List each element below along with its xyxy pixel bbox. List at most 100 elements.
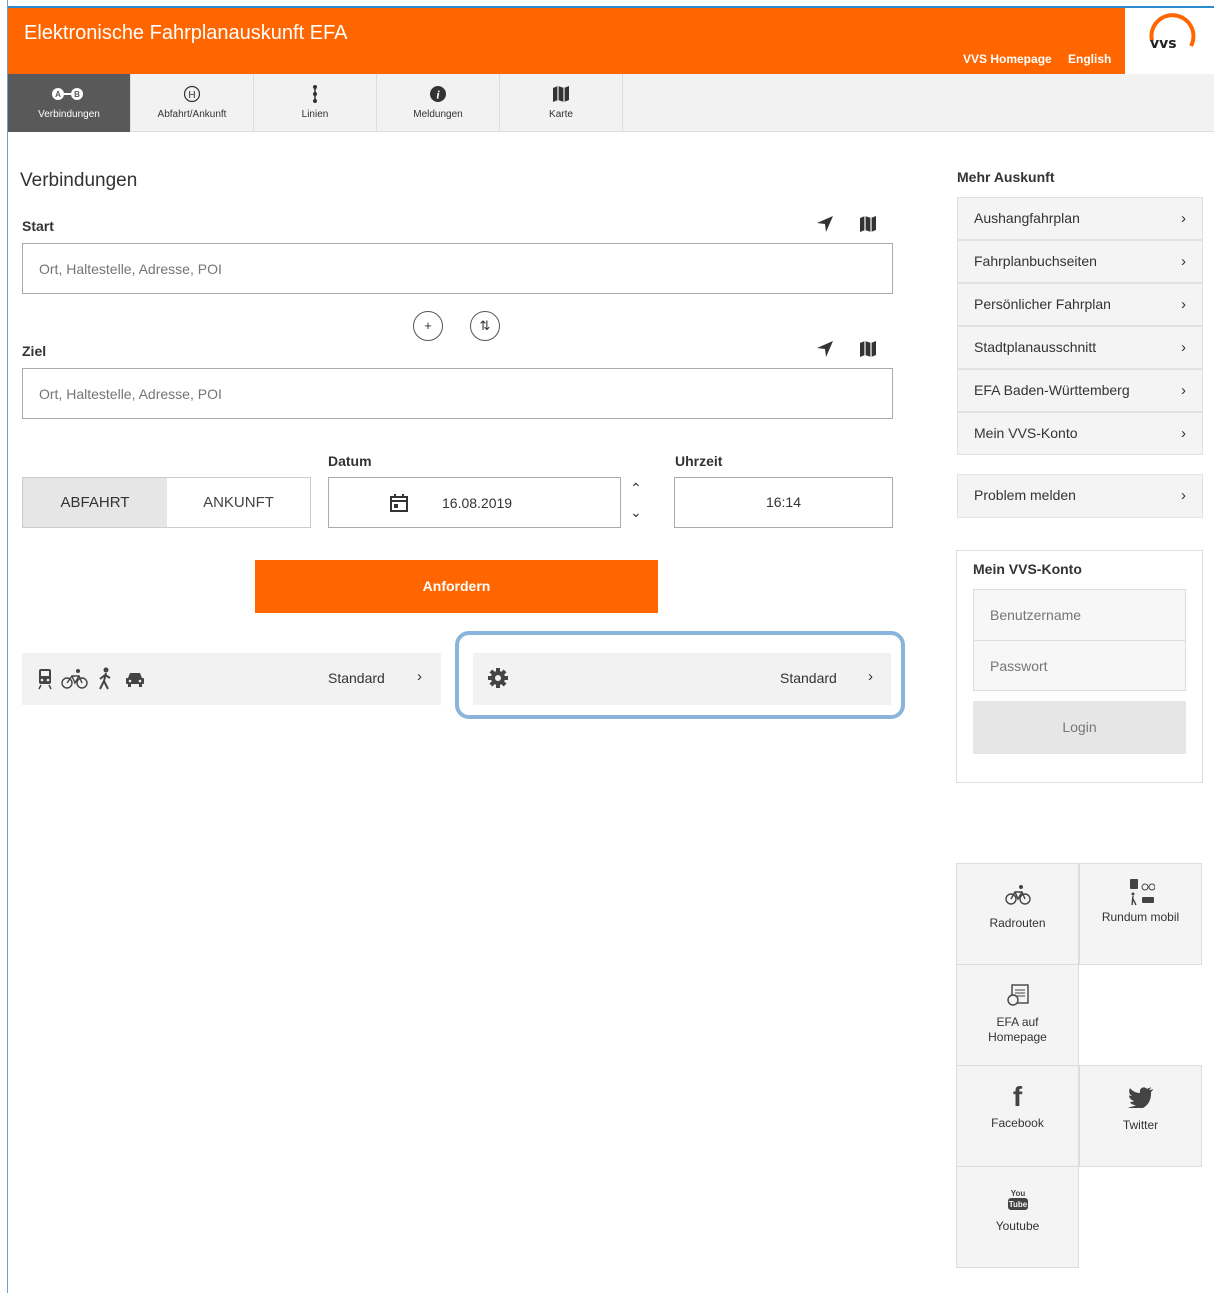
tab-label: Abfahrt/Ankunft	[157, 109, 227, 120]
bicycle-icon	[957, 884, 1078, 910]
bicycle-icon	[61, 668, 89, 695]
chevron-right-icon: ›	[1181, 382, 1186, 399]
chevron-right-icon: ›	[1181, 425, 1186, 442]
sidebar-item-persoenlicher-fahrplan[interactable]: Persönlicher Fahrplan ›	[957, 283, 1203, 326]
svg-text:A: A	[55, 90, 61, 99]
chevron-right-icon: ›	[1181, 296, 1186, 313]
datum-field[interactable]: 16.08.2019	[328, 477, 621, 528]
lines-icon	[254, 83, 376, 105]
username-input[interactable]	[973, 589, 1186, 641]
swap-button[interactable]: ⇅	[470, 311, 500, 341]
tab-label: Meldungen	[413, 109, 463, 120]
tile-rundum-mobil[interactable]: Rundum mobil	[1079, 863, 1202, 965]
uhrzeit-field[interactable]: 16:14	[674, 477, 893, 528]
problem-melden-button[interactable]: Problem melden ›	[957, 474, 1203, 518]
ziel-location-icon[interactable]	[815, 339, 835, 364]
ziel-map-icon[interactable]	[858, 340, 878, 363]
start-map-icon[interactable]	[858, 215, 878, 238]
login-button[interactable]: Login	[973, 701, 1186, 754]
twitter-icon	[1080, 1086, 1201, 1112]
sidebar-item-label: Aushangfahrplan	[974, 210, 1080, 226]
chevron-right-icon: ›	[1181, 253, 1186, 270]
chevron-right-icon: ›	[1181, 210, 1186, 227]
tile-label: Radrouten	[989, 916, 1046, 930]
transport-value: Standard	[328, 670, 385, 686]
sidebar-item-efa-bw[interactable]: EFA Baden-Württemberg ›	[957, 369, 1203, 412]
sidebar-item-label: Mein VVS-Konto	[974, 425, 1078, 441]
tile-label: Rundum mobil	[1101, 910, 1180, 924]
sidebar-item-label: Persönlicher Fahrplan	[974, 296, 1111, 312]
tab-label: Linien	[301, 109, 329, 120]
sidebar-item-fahrplanbuchseiten[interactable]: Fahrplanbuchseiten ›	[957, 240, 1203, 283]
multimodal-icon	[1080, 878, 1201, 906]
info-icon: i	[377, 83, 499, 105]
sidebar-item-aushangfahrplan[interactable]: Aushangfahrplan ›	[957, 197, 1203, 240]
date-up-icon[interactable]: ⌃	[630, 480, 642, 497]
tab-verbindungen[interactable]: A B Verbindungen	[8, 74, 131, 132]
svg-text:Tube: Tube	[1008, 1200, 1027, 1209]
walk-icon	[96, 667, 114, 696]
tab-label: Karte	[549, 109, 573, 120]
chevron-right-icon: ›	[1181, 339, 1186, 356]
facebook-icon: f	[1012, 1081, 1023, 1112]
login-title: Mein VVS-Konto	[973, 561, 1082, 577]
start-location-icon[interactable]	[815, 214, 835, 239]
youtube-icon: You Tube	[957, 1187, 1078, 1213]
tile-youtube[interactable]: You Tube Youtube	[956, 1166, 1079, 1268]
datum-label: Datum	[328, 453, 372, 469]
a-to-b-icon: A B	[8, 83, 130, 105]
stop-h-icon: H	[131, 83, 253, 105]
ziel-input[interactable]	[22, 368, 893, 419]
tab-label: Verbindungen	[38, 109, 100, 120]
tile-facebook[interactable]: f Facebook	[956, 1065, 1079, 1167]
chevron-right-icon: ›	[868, 668, 873, 685]
tile-label: Facebook	[991, 1116, 1044, 1130]
vvs-logo-text: vvs	[1150, 36, 1177, 52]
ziel-label: Ziel	[22, 343, 47, 359]
efa-widget-icon	[957, 983, 1078, 1009]
start-label: Start	[22, 218, 54, 234]
ankunft-toggle[interactable]: ANKUNFT	[167, 477, 311, 528]
settings-value: Standard	[780, 670, 837, 686]
sidebar-item-label: Fahrplanbuchseiten	[974, 253, 1097, 269]
start-input[interactable]	[22, 243, 893, 294]
sidebar-item-label: Stadtplanausschnitt	[974, 339, 1097, 355]
calendar-icon	[389, 493, 409, 518]
tab-meldungen[interactable]: i Meldungen	[377, 74, 500, 132]
tile-label: Twitter	[1122, 1118, 1159, 1132]
sidebar-item-mein-vvs-konto[interactable]: Mein VVS-Konto ›	[957, 412, 1203, 455]
tile-radrouten[interactable]: Radrouten	[956, 863, 1079, 965]
english-link[interactable]: English	[1068, 52, 1111, 66]
chevron-right-icon: ›	[417, 668, 422, 685]
car-icon	[125, 671, 145, 692]
tile-label: Youtube	[995, 1219, 1040, 1233]
window-left-edge	[0, 0, 8, 1293]
map-icon	[500, 83, 622, 105]
vvs-homepage-link[interactable]: VVS Homepage	[963, 52, 1052, 66]
date-down-icon[interactable]: ⌄	[630, 504, 642, 521]
tab-linien[interactable]: Linien	[254, 74, 377, 132]
add-via-button[interactable]: +	[413, 311, 443, 341]
abfahrt-toggle[interactable]: ABFAHRT	[22, 477, 168, 528]
tile-efa-auf-homepage[interactable]: EFA auf Homepage	[956, 964, 1079, 1066]
sidebar-item-stadtplanausschnitt[interactable]: Stadtplanausschnitt ›	[957, 326, 1203, 369]
tile-twitter[interactable]: Twitter	[1079, 1065, 1202, 1167]
tile-label: EFA auf Homepage	[988, 1015, 1047, 1044]
anfordern-button[interactable]: Anfordern	[255, 560, 658, 613]
svg-text:You: You	[1010, 1189, 1025, 1198]
transport-options[interactable]: Standard ›	[22, 653, 441, 705]
sidebar-title: Mehr Auskunft	[957, 169, 1055, 185]
tab-karte[interactable]: Karte	[500, 74, 623, 132]
page-title: Verbindungen	[20, 170, 138, 191]
app-title: Elektronische Fahrplanauskunft EFA	[24, 22, 348, 44]
svg-text:H: H	[188, 90, 195, 101]
train-icon	[37, 668, 53, 695]
chevron-right-icon: ›	[1181, 487, 1186, 504]
password-input[interactable]	[973, 640, 1186, 691]
tab-abfahrt-ankunft[interactable]: H Abfahrt/Ankunft	[131, 74, 254, 132]
svg-text:B: B	[74, 90, 80, 99]
settings-options[interactable]: Standard ›	[473, 653, 891, 705]
sidebar-item-label: EFA Baden-Württemberg	[974, 382, 1130, 398]
gear-icon	[487, 667, 509, 694]
uhrzeit-label: Uhrzeit	[675, 453, 723, 469]
